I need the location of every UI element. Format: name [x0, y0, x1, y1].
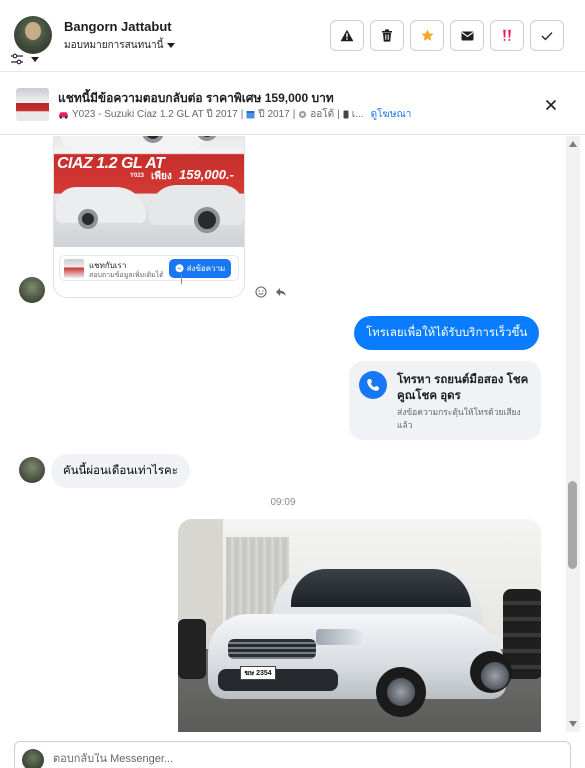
assign-conversation-dropdown[interactable]: มอบหมายการสนทนานี้ — [64, 38, 176, 53]
assign-label: มอบหมายการสนทนานี้ — [64, 40, 164, 51]
cta-subtitle: สอบถามข้อมูลเพิ่มเติมได้ทันที — [89, 272, 163, 279]
star-button[interactable] — [410, 20, 444, 51]
scroll-down-arrow-icon[interactable] — [569, 721, 577, 727]
trash-icon — [382, 29, 392, 42]
page-avatar — [22, 749, 44, 768]
thread-scrollbar[interactable] — [566, 136, 580, 732]
license-plate: ฆษ 2354 — [240, 666, 276, 680]
send-message-button[interactable]: ส่งข้อความ — [169, 259, 231, 278]
checkmark-icon — [541, 31, 553, 40]
call-card-subtitle: ส่งข้อความกระตุ้นให้โทรด้วยเสียงแล้ว — [397, 407, 521, 430]
contact-avatar-small[interactable] — [19, 457, 45, 483]
ad-year: ปี 2017 — [258, 109, 290, 120]
sliders-icon — [11, 53, 23, 65]
conversation-actions — [330, 20, 564, 51]
ad-image: CIAZ 1.2 GL AT Y023 เพียง 159,000.- — [54, 136, 244, 247]
car-icon — [59, 111, 68, 119]
ad-message-card[interactable]: CIAZ 1.2 GL AT Y023 เพียง 159,000.- แชทก… — [53, 136, 245, 298]
star-icon — [421, 29, 433, 41]
fuel-icon — [343, 110, 349, 119]
ad-vehicle: Y023 - Suzuki Ciaz 1.2 GL AT ปี 2017 — [72, 109, 238, 120]
ad-thumbnail — [16, 88, 49, 121]
close-icon[interactable] — [542, 96, 560, 114]
message-timestamp: 09:09 — [270, 497, 296, 508]
phone-icon — [359, 371, 387, 399]
follow-up-button[interactable] — [490, 20, 524, 51]
reply-icon[interactable] — [275, 286, 287, 298]
chevron-down-icon — [31, 56, 39, 62]
ad-cta-row: แชทกับเรา สอบถามข้อมูลเพิ่มเติมได้ทันที … — [59, 255, 239, 281]
call-prompt-card[interactable]: โทรหา รถยนต์มือสอง โชคคูณโชค อุดร ส่งข้อ… — [349, 361, 541, 440]
view-ad-link[interactable]: ดูโฆษณา — [371, 107, 412, 122]
message-actions — [255, 286, 287, 298]
call-card-title: โทรหา รถยนต์มือสอง โชคคูณโชค อุดร — [397, 374, 529, 402]
ad-more: เ... — [351, 109, 364, 120]
contact-avatar[interactable] — [14, 16, 52, 54]
mark-done-button[interactable] — [530, 20, 564, 51]
cta-thumbnail — [64, 259, 84, 278]
ad-price-prefix: เพียง — [151, 171, 172, 182]
mark-unread-button[interactable] — [450, 20, 484, 51]
reply-input[interactable] — [53, 753, 453, 765]
calendar-icon — [246, 111, 255, 119]
incoming-message[interactable]: คันนี้ผ่อนเดือนเท่าไรคะ — [51, 454, 190, 488]
warning-triangle-icon — [340, 29, 354, 42]
contact-avatar-small[interactable] — [19, 277, 45, 303]
ad-model-text: CIAZ 1.2 GL AT — [57, 155, 165, 172]
outgoing-message[interactable]: โทรเลยเพื่อให้ได้รับบริการเร็วขึ้น — [354, 316, 540, 350]
ad-transmission: ออโต้ — [310, 109, 335, 120]
ad-banner-details: Y023 - Suzuki Ciaz 1.2 GL AT ปี 2017 | ป… — [58, 107, 411, 122]
emoji-reaction-icon[interactable] — [255, 286, 267, 298]
ad-code-text: Y023 — [130, 173, 145, 179]
chevron-down-icon — [167, 43, 176, 48]
ad-banner-title: แชทนี้มีข้อความตอบกลับต่อ ราคาพิเศษ 159,… — [58, 91, 334, 105]
filter-dropdown[interactable] — [11, 53, 39, 65]
envelope-icon — [461, 31, 473, 40]
ad-price-text: 159,000.- — [179, 167, 234, 182]
delete-button[interactable] — [370, 20, 404, 51]
gear-icon — [299, 110, 307, 119]
message-thread[interactable]: CIAZ 1.2 GL AT Y023 เพียง 159,000.- แชทก… — [0, 136, 566, 732]
scroll-up-arrow-icon[interactable] — [569, 141, 577, 147]
car-photo-message[interactable]: ฆษ 2354 — [178, 519, 541, 732]
ad-context-banner: แชทนี้มีข้อความตอบกลับต่อ ราคาพิเศษ 159,… — [0, 72, 585, 135]
double-exclamation-icon — [503, 29, 511, 41]
messenger-icon — [175, 264, 184, 273]
contact-name[interactable]: Bangorn Jattabut — [64, 19, 172, 34]
report-spam-button[interactable] — [330, 20, 364, 51]
reply-composer[interactable] — [14, 741, 571, 768]
scrollbar-thumb[interactable] — [568, 481, 577, 569]
conversation-header: Bangorn Jattabut มอบหมายการสนทนานี้ — [0, 0, 585, 72]
